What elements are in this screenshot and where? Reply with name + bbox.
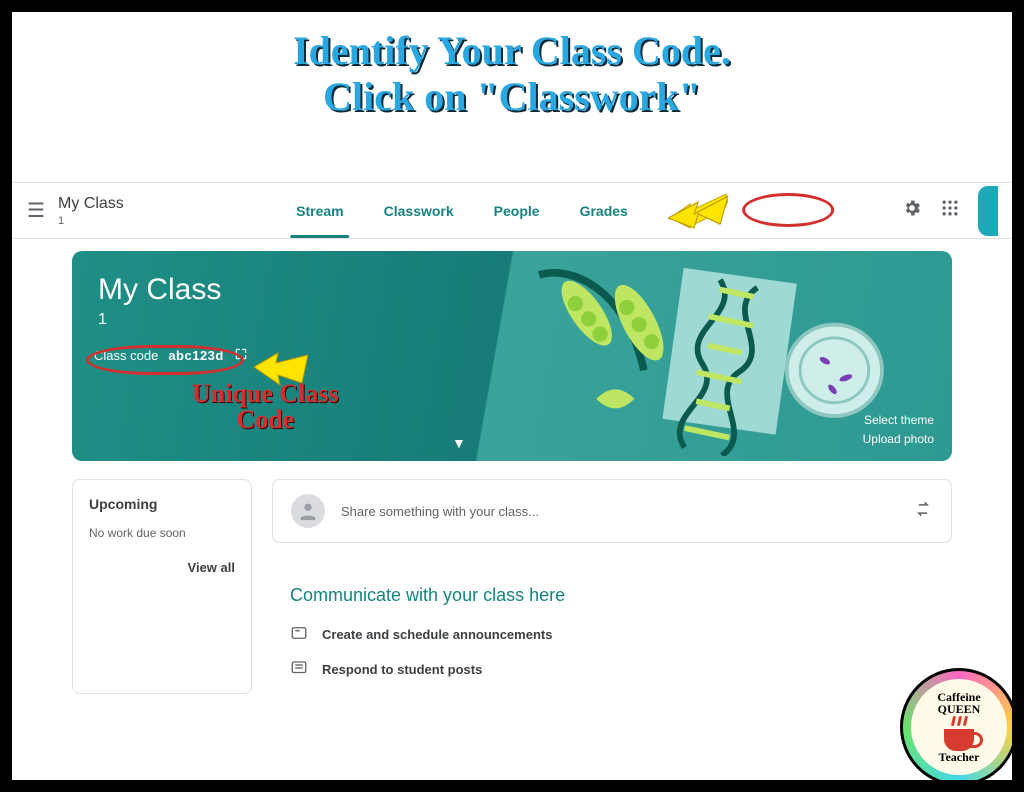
share-placeholder-text[interactable]: Share something with your class... (341, 504, 897, 519)
class-code-value: abc123d (168, 348, 224, 363)
tutorial-instructions: Identify Your Class Code. Click on "Clas… (12, 28, 1012, 120)
annotation-classwork-circle (742, 193, 834, 227)
tab-people[interactable]: People (494, 203, 540, 219)
annotation-arrow-classwork (668, 184, 728, 239)
google-classroom-app: ☰ My Class 1 Stream Classwork People Gra… (12, 182, 1012, 780)
class-code-box: Class code abc123d (94, 347, 248, 364)
annotation-unique-l2: Code (236, 405, 294, 434)
class-hero-banner: My Class 1 Class code abc123d Unique Cla… (72, 251, 952, 461)
communicate-row-respond: Respond to student posts (290, 659, 934, 680)
fullscreen-code-icon[interactable] (234, 347, 248, 364)
logo-text-2: QUEEN (938, 703, 981, 716)
nav-tabs: Stream Classwork People Grades (296, 183, 728, 239)
communicate-card: Communicate with your class here Create … (272, 561, 952, 680)
announce-text: Create and schedule announcements (322, 627, 552, 642)
caffeine-queen-teacher-logo: Caffeine QUEEN Teacher (900, 668, 1018, 786)
logo-steam-icon (952, 716, 967, 726)
announcement-icon (290, 624, 308, 645)
upcoming-card: Upcoming No work due soon View all (72, 479, 252, 694)
top-bar: ☰ My Class 1 Stream Classwork People Gra… (12, 183, 1012, 239)
main-menu-icon[interactable]: ☰ (20, 198, 52, 223)
hero-info-chevron-icon[interactable]: ▼ (452, 435, 466, 451)
class-code-label: Class code (94, 348, 158, 363)
hero-illustration (472, 256, 892, 456)
tab-grades[interactable]: Grades (580, 203, 628, 219)
user-avatar-icon (291, 494, 325, 528)
settings-gear-icon[interactable] (902, 198, 922, 223)
tab-stream[interactable]: Stream (296, 203, 343, 219)
class-section-header: 1 (58, 215, 124, 227)
logo-text-3: Teacher (939, 751, 980, 764)
upcoming-heading: Upcoming (89, 496, 235, 512)
reuse-post-icon[interactable] (913, 499, 933, 524)
communicate-heading: Communicate with your class here (290, 585, 934, 606)
share-announcement-box[interactable]: Share something with your class... (272, 479, 952, 543)
upcoming-empty-text: No work due soon (89, 526, 235, 540)
logo-cup-icon (944, 729, 974, 751)
respond-text: Respond to student posts (322, 662, 482, 677)
apps-grid-icon[interactable] (940, 198, 960, 223)
upcoming-view-all-link[interactable]: View all (89, 560, 235, 575)
account-avatar[interactable] (978, 186, 998, 236)
communicate-row-announce: Create and schedule announcements (290, 624, 934, 645)
class-name-header[interactable]: My Class (58, 195, 124, 213)
instruction-line-1: Identify Your Class Code. (293, 28, 731, 73)
tab-classwork[interactable]: Classwork (384, 203, 454, 219)
annotation-unique-l1: Unique Class (192, 379, 339, 408)
respond-icon (290, 659, 308, 680)
instruction-line-2: Click on "Classwork" (12, 74, 1012, 120)
annotation-unique-code-label: Unique Class Code (192, 381, 339, 433)
